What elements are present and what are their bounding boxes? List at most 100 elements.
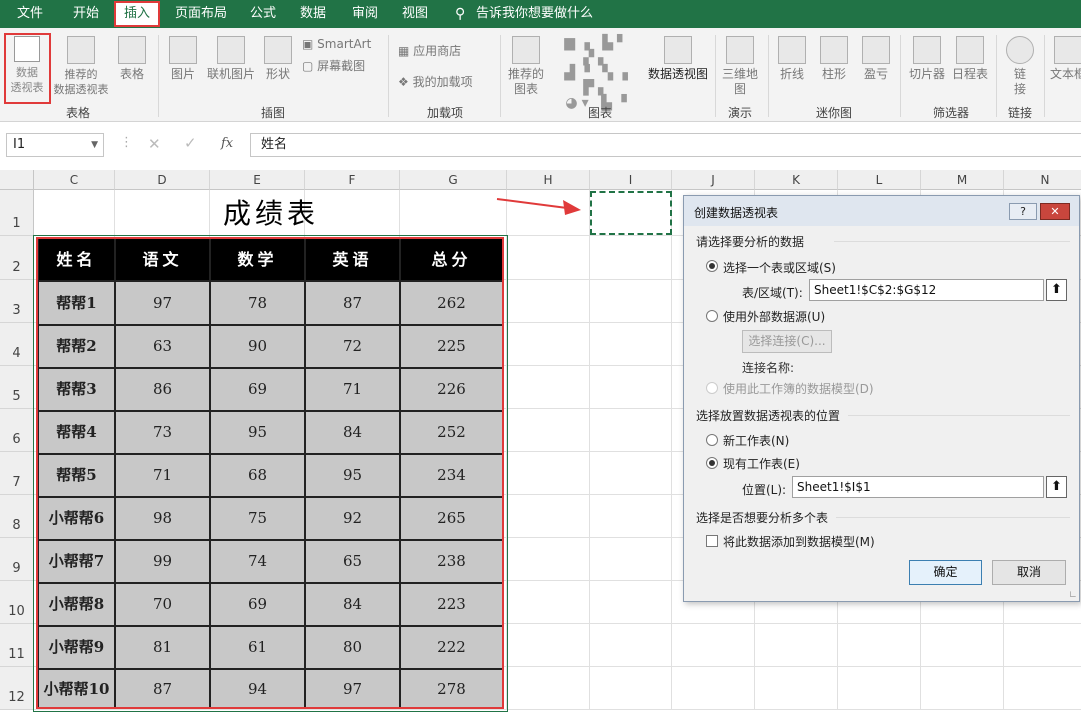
row-header-11[interactable]: 11	[0, 624, 34, 667]
grid-cell[interactable]	[507, 236, 590, 280]
grid-cell[interactable]	[507, 452, 590, 495]
radio-data-model[interactable]	[706, 382, 718, 394]
select-all-corner[interactable]	[0, 170, 34, 190]
grid-cell[interactable]	[507, 323, 590, 366]
range-collapse-button[interactable]: ⬆	[1046, 279, 1067, 301]
ok-button[interactable]: 确定	[909, 560, 982, 585]
grid-cell[interactable]	[921, 624, 1004, 667]
grid-cell[interactable]	[590, 581, 672, 624]
link-button[interactable]: 链 接	[1002, 36, 1038, 97]
store-button[interactable]: ▦ 应用商店	[398, 44, 488, 59]
slicer-button[interactable]: 切片器	[906, 36, 948, 82]
column-header-L[interactable]: L	[838, 170, 921, 190]
chart-types-gallery[interactable]: ▆▗ ▙▘ ▞▖ ▟▝ ▚▗ ▛▖ ◕▾ ▙▝	[550, 36, 646, 111]
sparkline-line-button[interactable]: 折线	[774, 36, 810, 82]
radio-external-source[interactable]	[706, 310, 718, 322]
row-header-6[interactable]: 6	[0, 409, 34, 452]
row-header-9[interactable]: 9	[0, 538, 34, 581]
grid-cell[interactable]	[590, 366, 672, 409]
chevron-down-icon[interactable]: ▼	[91, 134, 98, 156]
recommended-charts-button[interactable]: 推荐的 图表	[506, 36, 546, 97]
grid-cell[interactable]	[590, 538, 672, 581]
grid-cell[interactable]	[507, 667, 590, 710]
radio-external-source-label[interactable]: 使用外部数据源(U)	[723, 308, 825, 325]
radio-data-model-label[interactable]: 使用此工作簿的数据模型(D)	[723, 380, 874, 397]
grid-cell[interactable]	[672, 667, 755, 710]
grid-cell[interactable]	[590, 495, 672, 538]
menu-formulas[interactable]: 公式	[250, 0, 276, 28]
grid-cell[interactable]	[507, 581, 590, 624]
grid-cell[interactable]	[590, 280, 672, 323]
grid-cell[interactable]	[1004, 667, 1081, 710]
row-header-2[interactable]: 2	[0, 236, 34, 280]
grid-cell[interactable]	[921, 667, 1004, 710]
name-box[interactable]: I1 ▼	[6, 133, 104, 157]
grid-cell[interactable]	[1004, 624, 1081, 667]
grid-cell[interactable]	[590, 409, 672, 452]
choose-connection-button[interactable]: 选择连接(C)...	[742, 330, 832, 353]
radio-select-range-label[interactable]: 选择一个表或区域(S)	[723, 259, 836, 276]
grid-cell[interactable]	[590, 624, 672, 667]
column-header-G[interactable]: G	[400, 170, 507, 190]
radio-existing-worksheet[interactable]	[706, 457, 718, 469]
close-button[interactable]: ✕	[1040, 203, 1070, 220]
smartart-button[interactable]: ▣ SmartArt	[302, 37, 382, 52]
grid-cell[interactable]	[507, 409, 590, 452]
column-header-J[interactable]: J	[672, 170, 755, 190]
sparkline-winloss-button[interactable]: 盈亏	[858, 36, 894, 82]
grid-cell[interactable]	[755, 667, 838, 710]
add-to-model-checkbox[interactable]	[706, 535, 718, 547]
grid-cell[interactable]	[838, 624, 921, 667]
online-pictures-button[interactable]: 联机图片	[204, 36, 258, 82]
formula-input[interactable]: 姓名	[250, 133, 1081, 157]
target-cell-i1[interactable]	[590, 191, 672, 235]
row-header-10[interactable]: 10	[0, 581, 34, 624]
menu-insert[interactable]: 插入	[114, 1, 161, 27]
column-header-H[interactable]: H	[507, 170, 590, 190]
row-header-12[interactable]: 12	[0, 667, 34, 710]
pivot-table-button[interactable]: 数据 透视表	[6, 36, 48, 95]
grid-cell[interactable]	[755, 624, 838, 667]
my-addins-button[interactable]: ❖ 我的加载项	[398, 75, 496, 90]
radio-new-worksheet[interactable]	[706, 434, 718, 446]
grid-cell[interactable]	[507, 495, 590, 538]
range-input[interactable]: Sheet1!$C$2:$G$12	[809, 279, 1044, 301]
menu-home[interactable]: 开始	[73, 0, 99, 28]
insert-function-icon[interactable]: fx	[221, 136, 233, 151]
cancel-button[interactable]: 取消	[992, 560, 1066, 585]
radio-new-worksheet-label[interactable]: 新工作表(N)	[723, 432, 789, 449]
enter-icon[interactable]: ✓	[184, 134, 197, 152]
pictures-button[interactable]: 图片	[165, 36, 201, 82]
row-header-4[interactable]: 4	[0, 323, 34, 366]
grid-cell[interactable]	[672, 624, 755, 667]
grid-cell[interactable]	[590, 667, 672, 710]
row-header-7[interactable]: 7	[0, 452, 34, 495]
textbox-button[interactable]: 文本框	[1048, 36, 1081, 82]
grid-cell[interactable]	[507, 538, 590, 581]
column-header-N[interactable]: N	[1004, 170, 1081, 190]
column-header-C[interactable]: C	[34, 170, 115, 190]
column-header-I[interactable]: I	[590, 170, 672, 190]
sparkline-column-button[interactable]: 柱形	[816, 36, 852, 82]
menu-page-layout[interactable]: 页面布局	[175, 0, 227, 28]
table-button[interactable]: 表格	[116, 36, 148, 82]
timeline-button[interactable]: 日程表	[950, 36, 990, 82]
column-header-M[interactable]: M	[921, 170, 1004, 190]
grid-cell[interactable]	[838, 667, 921, 710]
column-header-D[interactable]: D	[115, 170, 210, 190]
screenshot-button[interactable]: ▢ 屏幕截图	[302, 59, 382, 74]
row-header-8[interactable]: 8	[0, 495, 34, 538]
tell-me-input[interactable]: 告诉我你想要做什么	[476, 0, 593, 28]
row-header-3[interactable]: 3	[0, 280, 34, 323]
cancel-icon[interactable]: ✕	[148, 135, 161, 153]
grid-cell[interactable]	[590, 452, 672, 495]
add-to-model-label[interactable]: 将此数据添加到数据模型(M)	[723, 533, 875, 550]
recommended-pivot-button[interactable]: 推荐的 数据透视表	[52, 36, 110, 97]
grid-cell[interactable]	[507, 280, 590, 323]
column-header-F[interactable]: F	[305, 170, 400, 190]
menu-data[interactable]: 数据	[300, 0, 326, 28]
map3d-button[interactable]: 三维地 图	[720, 36, 760, 97]
column-header-E[interactable]: E	[210, 170, 305, 190]
row-header-5[interactable]: 5	[0, 366, 34, 409]
help-button[interactable]: ?	[1009, 203, 1037, 220]
